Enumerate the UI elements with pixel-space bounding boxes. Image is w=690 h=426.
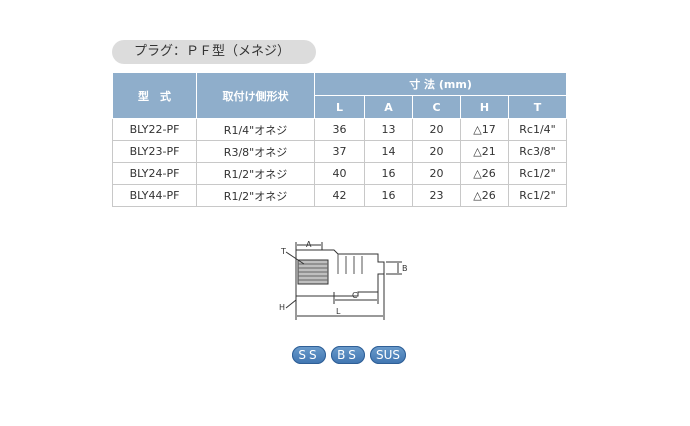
dim-label-a: A xyxy=(306,240,312,249)
col-header-a: A xyxy=(364,95,413,119)
cell-h: △26 xyxy=(460,162,509,185)
table-row: BLY22-PF R1/4"オネジ 36 13 20 △17 Rc1/4" xyxy=(112,118,568,141)
cell-c: 20 xyxy=(412,140,461,163)
cell-mount: R1/4"オネジ xyxy=(196,118,315,141)
col-header-c: C xyxy=(412,95,461,119)
cell-c: 20 xyxy=(412,118,461,141)
dim-label-t: T xyxy=(280,247,286,256)
cell-t: Rc1/2" xyxy=(507,184,568,207)
col-header-l: L xyxy=(314,95,365,119)
cell-mount: R1/2"オネジ xyxy=(196,184,315,207)
page-title: プラグ：ＰＦ型（メネジ） xyxy=(112,40,316,64)
dim-label-c: C xyxy=(352,291,358,300)
table-row: BLY44-PF R1/2"オネジ 42 16 23 △26 Rc1/2" xyxy=(112,184,568,207)
cell-l: 36 xyxy=(314,118,365,141)
cell-t: Rc1/4" xyxy=(507,118,568,141)
cell-t: Rc1/2" xyxy=(507,162,568,185)
spec-table: 型 式 取付け側形状 寸 法 (mm) L A C H T BLY22-PF R… xyxy=(112,72,568,207)
cell-model: BLY44-PF xyxy=(112,184,197,207)
dim-label-h: H xyxy=(279,303,285,312)
cell-a: 14 xyxy=(364,140,413,163)
cell-t: Rc3/8" xyxy=(507,140,568,163)
cell-a: 16 xyxy=(364,184,413,207)
plug-dimension-diagram: A C L B T H xyxy=(279,240,408,320)
table-row: BLY23-PF R3/8"オネジ 37 14 20 △21 Rc3/8" xyxy=(112,140,568,163)
col-header-dimensions: 寸 法 (mm) xyxy=(313,72,568,96)
cell-h: △26 xyxy=(460,184,509,207)
col-header-model: 型 式 xyxy=(112,72,197,119)
col-header-mount: 取付け側形状 xyxy=(196,72,315,119)
cell-a: 13 xyxy=(364,118,413,141)
cell-model: BLY24-PF xyxy=(112,162,197,185)
material-badge-ss: SS xyxy=(292,346,326,364)
material-badge-sus: SUS xyxy=(370,346,406,364)
material-badges: SS BS SUS xyxy=(292,346,406,364)
cell-l: 40 xyxy=(314,162,365,185)
cell-mount: R3/8"オネジ xyxy=(196,140,315,163)
cell-model: BLY22-PF xyxy=(112,118,197,141)
dim-label-b: B xyxy=(402,264,408,273)
cell-l: 37 xyxy=(314,140,365,163)
dim-label-l: L xyxy=(336,307,341,316)
table-row: BLY24-PF R1/2"オネジ 40 16 20 △26 Rc1/2" xyxy=(112,162,568,185)
col-header-h: H xyxy=(460,95,509,119)
cell-c: 23 xyxy=(412,184,461,207)
cell-mount: R1/2"オネジ xyxy=(196,162,315,185)
cell-h: △17 xyxy=(460,118,509,141)
col-header-t: T xyxy=(507,95,568,119)
cell-model: BLY23-PF xyxy=(112,140,197,163)
cell-c: 20 xyxy=(412,162,461,185)
material-badge-bs: BS xyxy=(331,346,365,364)
cell-a: 16 xyxy=(364,162,413,185)
cell-l: 42 xyxy=(314,184,365,207)
cell-h: △21 xyxy=(460,140,509,163)
